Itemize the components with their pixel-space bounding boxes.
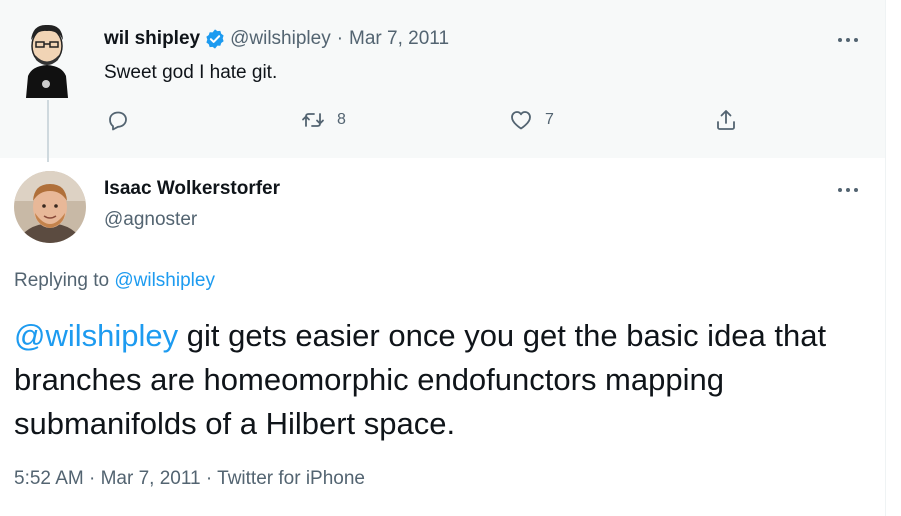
verified-badge-icon — [204, 28, 226, 50]
meta-separator: · — [89, 468, 96, 489]
avatar[interactable] — [14, 171, 86, 243]
meta-separator: · — [336, 28, 344, 49]
tweet-actions: 8 7 — [0, 108, 885, 134]
meta-separator: · — [205, 468, 213, 489]
profile-photo-icon — [14, 171, 86, 243]
tweet-date[interactable]: Mar 7, 2011 — [101, 468, 201, 489]
share-button[interactable] — [714, 108, 738, 132]
replying-to-line: Replying to @wilshipley — [14, 270, 215, 292]
heart-icon — [511, 111, 531, 130]
like-button[interactable]: 7 — [509, 108, 554, 132]
replying-to-link[interactable]: @wilshipley — [114, 270, 215, 291]
like-count: 7 — [545, 111, 554, 128]
parent-tweet[interactable]: wil shipley @wilshipley · Mar 7, 2011 Sw… — [0, 0, 885, 162]
replying-to-label: Replying to — [14, 270, 110, 291]
tweet-text: @wilshipley git gets easier once you get… — [14, 314, 874, 446]
parent-header: wil shipley @wilshipley · Mar 7, 2011 — [104, 28, 449, 50]
reply-icon — [109, 111, 127, 131]
tweet-timestamp-line: 5:52 AM · Mar 7, 2011 · Twitter for iPho… — [14, 468, 365, 490]
reply-button[interactable] — [106, 108, 130, 132]
more-options-button[interactable] — [836, 36, 860, 44]
conversation-panel: wil shipley @wilshipley · Mar 7, 2011 Sw… — [0, 0, 885, 516]
more-options-button[interactable] — [836, 186, 860, 194]
retweet-button[interactable]: 8 — [301, 108, 346, 132]
retweet-count: 8 — [337, 111, 346, 128]
tweet-time[interactable]: 5:52 AM — [14, 468, 84, 489]
tweet-source[interactable]: Twitter for iPhone — [217, 468, 365, 489]
column-border — [885, 0, 886, 516]
author-handle[interactable]: @wilshipley — [230, 28, 331, 50]
tweet-date[interactable]: Mar 7, 2011 — [349, 28, 449, 50]
share-icon — [717, 110, 735, 130]
author-name[interactable]: Isaac Wolkerstorfer — [104, 178, 280, 200]
retweet-icon — [302, 113, 324, 127]
author-handle[interactable]: @agnoster — [104, 209, 197, 231]
tweet-text: Sweet god I hate git. — [104, 62, 278, 83]
mention-link[interactable]: @wilshipley — [14, 318, 178, 353]
cartoon-avatar-icon — [18, 18, 76, 98]
author-name[interactable]: wil shipley — [104, 28, 200, 50]
avatar[interactable] — [18, 18, 76, 98]
